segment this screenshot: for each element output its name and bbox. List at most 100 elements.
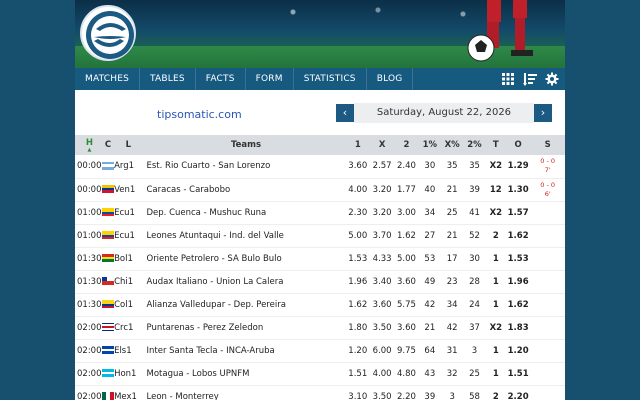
- col-o[interactable]: O: [506, 135, 530, 155]
- tip-odds: 1.62: [507, 299, 529, 310]
- odds-draw: 4.33: [372, 253, 392, 264]
- nav-statistics[interactable]: STATISTICS: [294, 68, 367, 90]
- site-link[interactable]: tipsomatic.com: [157, 108, 242, 121]
- pct-home: 30: [424, 161, 436, 172]
- pct-draw: 23: [446, 276, 458, 287]
- col-x[interactable]: X: [370, 135, 394, 155]
- match-teams[interactable]: Puntarenas - Perez Zeledon: [143, 316, 346, 339]
- tip-odds: 1.57: [507, 207, 529, 218]
- pct-home: 53: [424, 253, 436, 264]
- pct-home: 39: [424, 391, 436, 400]
- country-flag: [101, 201, 114, 224]
- costarica-flag-icon: [101, 323, 114, 331]
- main-nav: MATCHES TABLES FACTS FORM STATISTICS BLO…: [75, 68, 565, 90]
- col-2[interactable]: 2: [394, 135, 418, 155]
- site-logo[interactable]: [80, 5, 136, 61]
- league-code: Col1: [114, 299, 133, 310]
- match-teams[interactable]: Leones Atuntaqui - Ind. del Valle: [143, 224, 346, 247]
- odds-home: 5.00: [348, 230, 368, 241]
- sort-list-icon[interactable]: [523, 71, 537, 87]
- nav-tables[interactable]: TABLES: [140, 68, 196, 90]
- table-row[interactable]: 01:30 Chi1 Audax Italiano - Union La Caler…: [75, 270, 565, 293]
- nav-facts[interactable]: FACTS: [196, 68, 246, 90]
- live-score: [530, 224, 565, 247]
- pct-away: 30: [469, 253, 480, 264]
- tip-odds: 1.30: [507, 184, 529, 195]
- table-row[interactable]: 01:30 Col1 Alianza Valledupar - Dep. Perei…: [75, 293, 565, 316]
- country-flag: [101, 270, 114, 293]
- match-teams[interactable]: Oriente Petrolero - SA Bulo Bulo: [143, 247, 346, 270]
- odds-home: 2.30: [348, 207, 368, 218]
- match-teams[interactable]: Leon - Monterrey: [143, 385, 346, 400]
- pct-home: 21: [424, 322, 436, 333]
- match-time: 00:00: [77, 184, 102, 195]
- pct-away: 35: [469, 161, 480, 172]
- col-h[interactable]: H ▲: [75, 135, 102, 155]
- nav-form[interactable]: FORM: [246, 68, 294, 90]
- grid-icon[interactable]: [501, 71, 515, 87]
- odds-home: 1.62: [348, 299, 368, 310]
- table-row[interactable]: 02:00 Mex1 Leon - Monterrey 3.10 3.50 2.20 39 3…: [75, 385, 565, 400]
- nav-matches[interactable]: MATCHES: [75, 68, 141, 90]
- table-row[interactable]: 02:00 Hon1 Motagua - Lobos UPNFM 1.51 4.00 4.…: [75, 362, 565, 385]
- tip: X2: [489, 161, 503, 172]
- col-1-pct[interactable]: 1%: [419, 135, 441, 155]
- match-teams[interactable]: Est. Rio Cuarto - San Lorenzo: [143, 155, 346, 178]
- league-code: Arg1: [114, 161, 135, 172]
- odds-draw: 3.50: [372, 391, 392, 400]
- odds-away: 1.77: [397, 184, 416, 195]
- col-1[interactable]: 1: [346, 135, 370, 155]
- prev-day-button[interactable]: ‹: [336, 104, 354, 122]
- odds-away: 3.60: [397, 322, 416, 333]
- nav-blog[interactable]: BLOG: [367, 68, 414, 90]
- pct-draw: 42: [446, 322, 458, 333]
- honduras-flag-icon: [101, 369, 114, 377]
- next-day-button[interactable]: ›: [534, 104, 552, 122]
- league-code: Bol1: [114, 253, 133, 264]
- chile-flag-icon: [101, 277, 114, 285]
- venezuela-flag-icon: [101, 185, 114, 193]
- matches-table: H ▲ C L Teams 1 X 2 1% X% 2% T O S 00:00 A…: [75, 135, 565, 400]
- match-time: 01:00: [77, 230, 102, 241]
- pct-away: 39: [469, 184, 480, 195]
- table-row[interactable]: 01:00 Ecu1 Leones Atuntaqui - Ind. del Val…: [75, 224, 565, 247]
- col-teams[interactable]: Teams: [143, 135, 346, 155]
- odds-draw: 3.60: [372, 299, 392, 310]
- league-code: Mex1: [114, 391, 137, 400]
- table-row[interactable]: 00:00 Arg1 Est. Rio Cuarto - San Lorenzo 3.…: [75, 155, 565, 178]
- pct-away: 28: [469, 276, 480, 287]
- table-row[interactable]: 01:30 Bol1 Oriente Petrolero - SA Bulo Bul…: [75, 247, 565, 270]
- table-row[interactable]: 02:00 Crc1 Puntarenas - Perez Zeledon 1.80 3…: [75, 316, 565, 339]
- match-teams[interactable]: Audax Italiano - Union La Calera: [143, 270, 346, 293]
- match-teams[interactable]: Inter Santa Tecla - INCA-Aruba: [143, 339, 346, 362]
- match-teams[interactable]: Dep. Cuenca - Mushuc Runa: [143, 201, 346, 224]
- odds-away: 9.75: [397, 345, 416, 356]
- table-row[interactable]: 00:00 Ven1 Caracas - Carabobo 4.00 3.20 1.77 4…: [75, 178, 565, 201]
- match-time: 02:00: [77, 391, 102, 400]
- tip-odds: 1.96: [507, 276, 529, 287]
- table-row[interactable]: 02:00 Els1 Inter Santa Tecla - INCA-Aruba 1…: [75, 339, 565, 362]
- col-s[interactable]: S: [530, 135, 565, 155]
- gear-icon[interactable]: [545, 71, 559, 87]
- col-x-pct[interactable]: X%: [441, 135, 463, 155]
- live-score: 0 - 0 7': [530, 155, 565, 178]
- col-2-pct[interactable]: 2%: [463, 135, 485, 155]
- tip: 2: [492, 230, 499, 241]
- match-teams[interactable]: Caracas - Carabobo: [143, 178, 346, 201]
- pct-home: 42: [424, 299, 436, 310]
- col-t[interactable]: T: [486, 135, 506, 155]
- col-c[interactable]: C: [102, 135, 114, 155]
- odds-away: 5.00: [397, 253, 416, 264]
- pct-draw: 25: [446, 207, 458, 218]
- pct-away: 52: [469, 230, 480, 241]
- col-l[interactable]: L: [114, 135, 142, 155]
- pct-draw: 31: [446, 345, 458, 356]
- country-flag: [101, 155, 114, 178]
- pct-away: 24: [469, 299, 480, 310]
- tip: X2: [489, 322, 503, 333]
- match-teams[interactable]: Alianza Valledupar - Dep. Pereira: [143, 293, 346, 316]
- table-row[interactable]: 01:00 Ecu1 Dep. Cuenca - Mushuc Runa 2.30 3.…: [75, 201, 565, 224]
- pct-draw: 17: [446, 253, 458, 264]
- odds-away: 2.40: [397, 161, 416, 172]
- match-teams[interactable]: Motagua - Lobos UPNFM: [143, 362, 346, 385]
